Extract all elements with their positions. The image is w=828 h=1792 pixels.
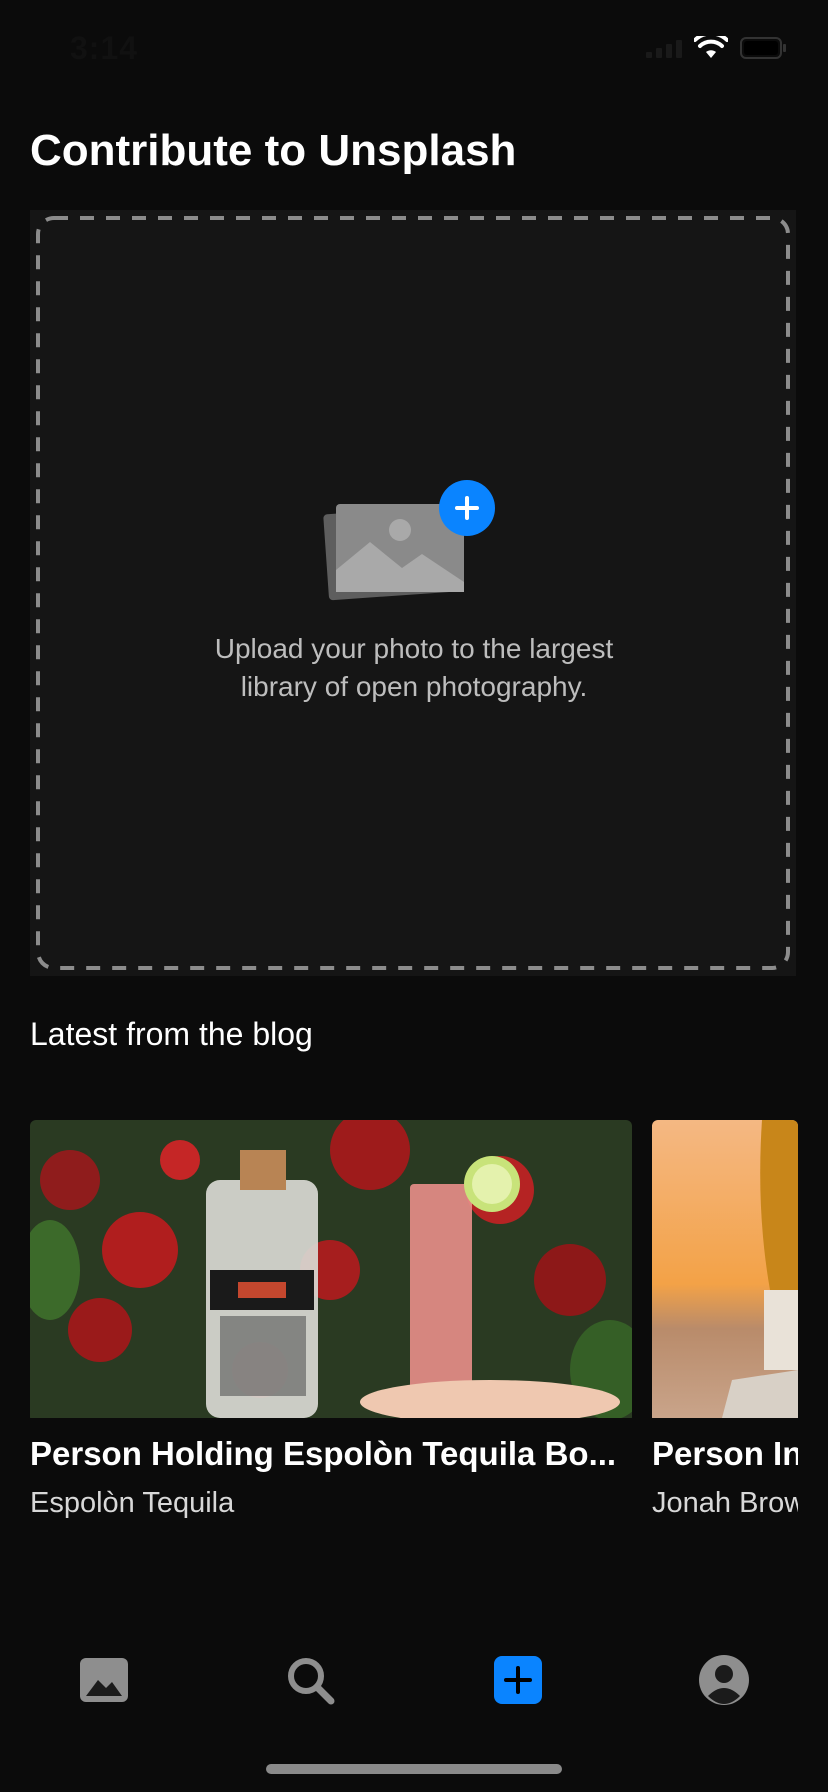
add-icon xyxy=(494,1656,542,1704)
tab-photos[interactable] xyxy=(74,1650,134,1710)
tab-bar xyxy=(0,1620,828,1730)
battery-icon xyxy=(740,36,788,60)
blog-section-title: Latest from the blog xyxy=(30,1016,313,1052)
blog-card[interactable]: Person Holding Espolòn Tequila Bo... Esp… xyxy=(30,1120,632,1520)
search-icon xyxy=(288,1658,335,1705)
tab-profile[interactable] xyxy=(694,1650,754,1710)
cellular-signal-icon xyxy=(646,38,682,58)
add-photo-plus-icon xyxy=(439,480,495,536)
tab-add[interactable] xyxy=(488,1650,548,1710)
page-title: Contribute to Unsplash xyxy=(30,126,517,175)
upload-text-line-1: Upload your photo to the largest xyxy=(214,633,614,664)
photos-icon xyxy=(80,1658,128,1702)
blog-card-author: Espolòn Tequila xyxy=(30,1487,235,1519)
blog-card-title[interactable]: Person In xyxy=(652,1435,798,1473)
tab-search[interactable] xyxy=(280,1650,340,1710)
blog-card-title[interactable]: Person Holding Espolòn Tequila Bo... xyxy=(30,1435,632,1473)
status-bar: 3:14 xyxy=(0,0,828,100)
blog-card-author: Jonah Brow xyxy=(652,1487,798,1519)
upload-illustration[interactable] xyxy=(322,478,502,613)
wifi-icon xyxy=(694,36,728,60)
blog-card-image[interactable] xyxy=(652,1120,798,1423)
blog-card[interactable]: Person In Jonah Brow xyxy=(652,1120,798,1520)
status-time: 3:14 xyxy=(70,30,139,66)
home-indicator xyxy=(266,1764,562,1774)
profile-icon xyxy=(699,1655,749,1705)
upload-text-line-2: library of open photography. xyxy=(240,671,588,702)
upload-description: Upload your photo to the largest library… xyxy=(0,630,828,706)
status-icons xyxy=(646,36,788,60)
blog-card-image[interactable] xyxy=(30,1120,632,1423)
